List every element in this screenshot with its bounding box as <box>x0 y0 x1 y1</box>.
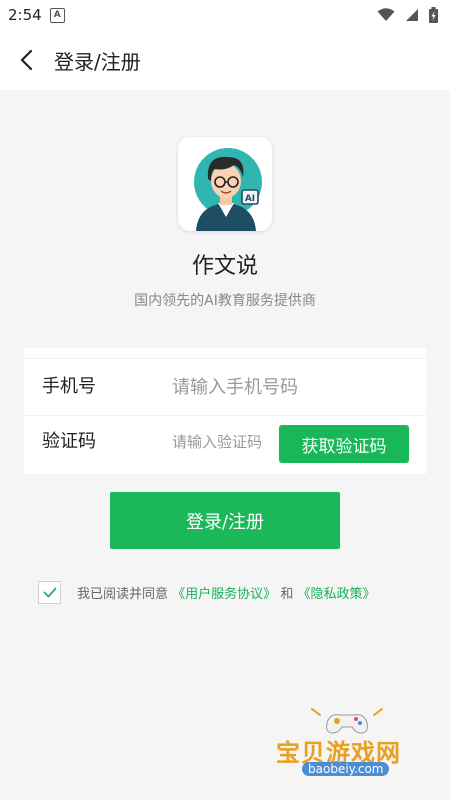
login-form: 手机号 验证码 获取验证码 <box>24 348 426 474</box>
ai-teacher-avatar-icon: AI <box>194 148 262 231</box>
get-code-button[interactable]: 获取验证码 <box>279 425 409 463</box>
agreement-checkbox[interactable] <box>38 581 61 604</box>
agreement-row: 我已阅读并同意 《用户服务协议》 和 《隐私政策》 <box>38 580 375 605</box>
user-agreement-link[interactable]: 《用户服务协议》 <box>172 587 276 602</box>
watermark: 宝贝游戏网 baobeiy.com <box>272 705 422 785</box>
login-register-button[interactable]: 登录/注册 <box>110 492 340 549</box>
agreement-prefix: 我已阅读并同意 <box>77 587 169 602</box>
status-bar: 2:54 A <box>0 0 450 30</box>
battery-icon <box>429 7 438 23</box>
phone-input[interactable] <box>172 371 412 403</box>
agreement-conjunction: 和 <box>280 587 294 602</box>
notification-icon: A <box>49 7 65 23</box>
page-title: 登录/注册 <box>54 49 141 74</box>
agreement-text: 我已阅读并同意 《用户服务协议》 和 《隐私政策》 <box>77 583 375 602</box>
check-icon <box>43 587 56 598</box>
status-bar-left: 2:54 A <box>8 6 65 24</box>
status-time: 2:54 <box>8 6 42 24</box>
wifi-icon <box>377 8 395 21</box>
privacy-policy-link[interactable]: 《隐私政策》 <box>297 587 375 602</box>
chevron-left-icon <box>20 49 33 71</box>
phone-row: 手机号 <box>24 358 426 416</box>
back-button[interactable] <box>2 30 52 90</box>
watermark-url: baobeiy.com <box>302 762 390 776</box>
app-bar: 登录/注册 <box>0 30 450 90</box>
logo-badge-text: AI <box>245 194 255 204</box>
status-bar-right <box>377 7 438 23</box>
app-logo: AI <box>178 137 272 231</box>
code-row: 验证码 获取验证码 <box>24 414 426 470</box>
code-label: 验证码 <box>42 431 96 452</box>
code-input[interactable] <box>172 426 272 458</box>
app-name: 作文说 <box>191 254 258 279</box>
phone-label: 手机号 <box>42 376 96 397</box>
app-slogan: 国内领先的AI教育服务提供商 <box>134 293 316 309</box>
signal-icon <box>406 9 418 21</box>
